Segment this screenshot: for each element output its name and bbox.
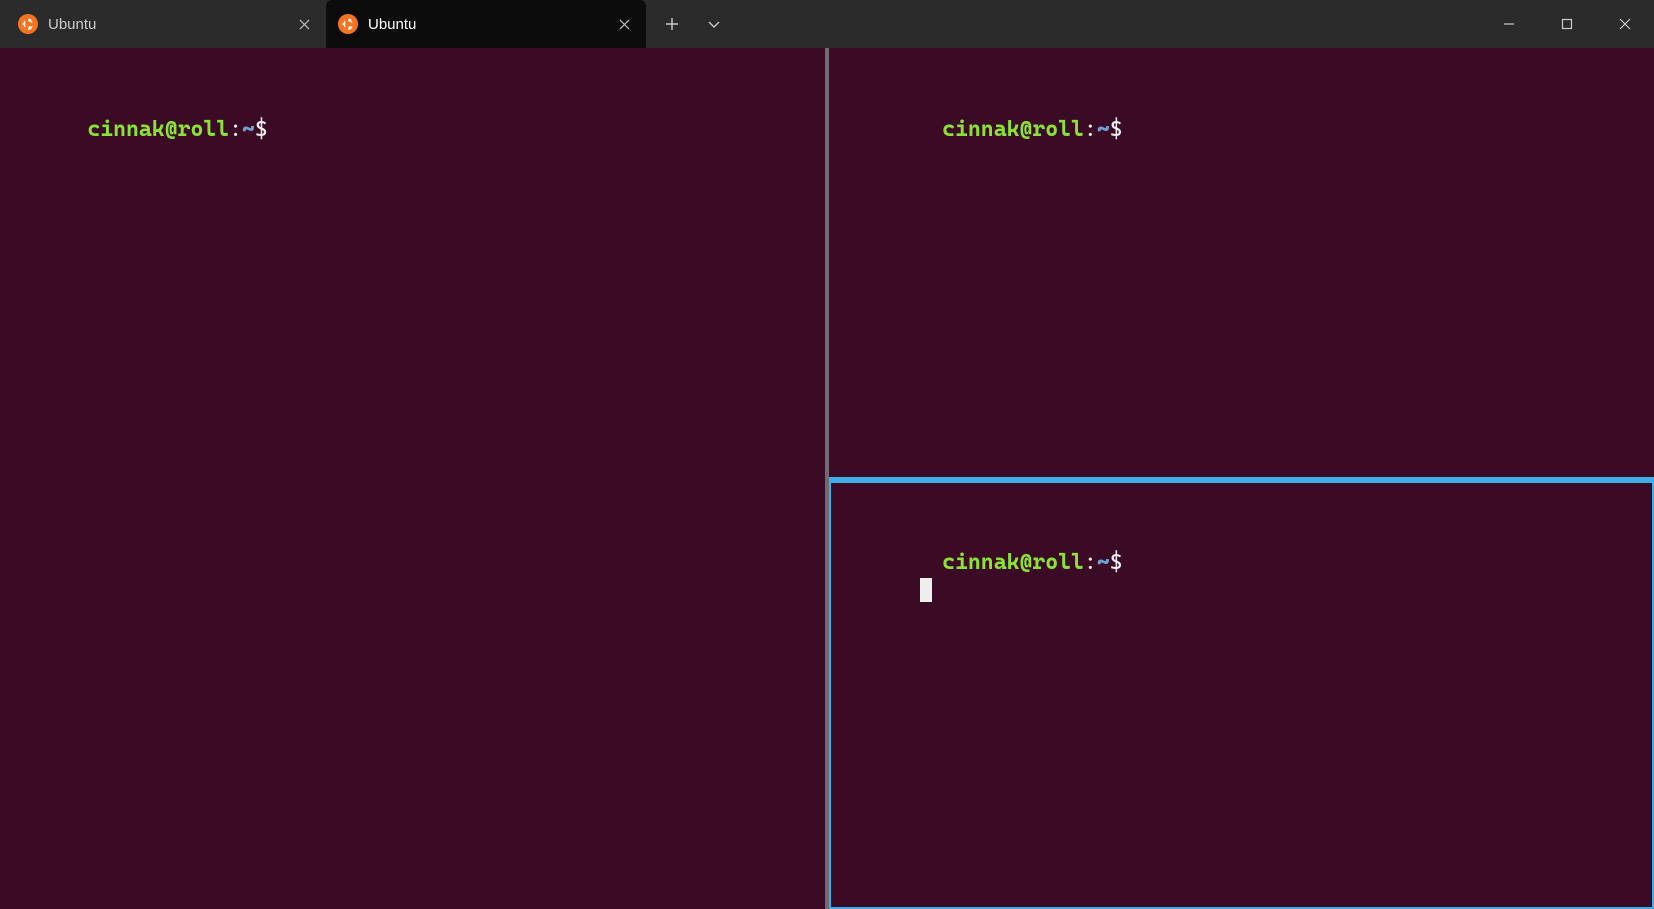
- prompt-cwd: ~: [1097, 550, 1110, 575]
- terminal-pane-right-top[interactable]: cinnak@roll:~$: [829, 48, 1654, 477]
- tab-actions: [646, 0, 734, 48]
- terminal-workspace: cinnak@roll:~$ cinnak@roll:~$ cinnak@rol…: [0, 48, 1654, 909]
- prompt-cwd: ~: [1097, 117, 1110, 142]
- terminal-pane-left[interactable]: cinnak@roll:~$: [0, 48, 825, 909]
- tab-close-button[interactable]: [292, 12, 316, 36]
- window-minimize-button[interactable]: [1480, 0, 1538, 48]
- chevron-down-icon: [707, 17, 721, 31]
- shell-prompt: cinnak@roll:~$: [839, 117, 1135, 172]
- maximize-icon: [1561, 18, 1573, 30]
- new-tab-button[interactable]: [652, 0, 692, 48]
- tab-ubuntu-2[interactable]: Ubuntu: [326, 0, 646, 48]
- new-tab-dropdown-button[interactable]: [694, 0, 734, 48]
- prompt-symbol: $: [255, 117, 281, 142]
- prompt-userhost: cinnak@roll: [942, 550, 1084, 575]
- terminal-pane-right-bottom[interactable]: cinnak@roll:~$: [829, 481, 1654, 909]
- window-controls: [1480, 0, 1654, 48]
- prompt-symbol: $: [1110, 550, 1136, 575]
- tab-label: Ubuntu: [368, 17, 602, 32]
- plus-icon: [665, 17, 679, 31]
- titlebar[interactable]: Ubuntu Ubuntu: [0, 0, 1654, 48]
- prompt-userhost: cinnak@roll: [942, 117, 1084, 142]
- shell-prompt: cinnak@roll:~$: [10, 117, 281, 172]
- minimize-icon: [1503, 18, 1515, 30]
- window-close-button[interactable]: [1596, 0, 1654, 48]
- window-maximize-button[interactable]: [1538, 0, 1596, 48]
- titlebar-drag-region[interactable]: [734, 0, 1480, 48]
- prompt-colon: :: [1084, 550, 1097, 575]
- tab-strip: Ubuntu Ubuntu: [0, 0, 646, 48]
- prompt-symbol: $: [1110, 117, 1136, 142]
- tab-ubuntu-1[interactable]: Ubuntu: [6, 0, 326, 48]
- tab-label: Ubuntu: [48, 17, 282, 32]
- prompt-userhost: cinnak@roll: [87, 117, 229, 142]
- right-column: cinnak@roll:~$ cinnak@roll:~$: [829, 48, 1654, 909]
- prompt-cwd: ~: [242, 117, 255, 142]
- ubuntu-logo-icon: [18, 14, 38, 34]
- prompt-colon: :: [1084, 117, 1097, 142]
- shell-prompt: cinnak@roll:~$: [839, 550, 1135, 605]
- prompt-colon: :: [229, 117, 242, 142]
- tab-close-button[interactable]: [612, 12, 636, 36]
- close-icon: [299, 19, 310, 30]
- ubuntu-logo-icon: [338, 14, 358, 34]
- text-cursor: [920, 578, 932, 602]
- close-icon: [619, 19, 630, 30]
- close-icon: [1619, 18, 1631, 30]
